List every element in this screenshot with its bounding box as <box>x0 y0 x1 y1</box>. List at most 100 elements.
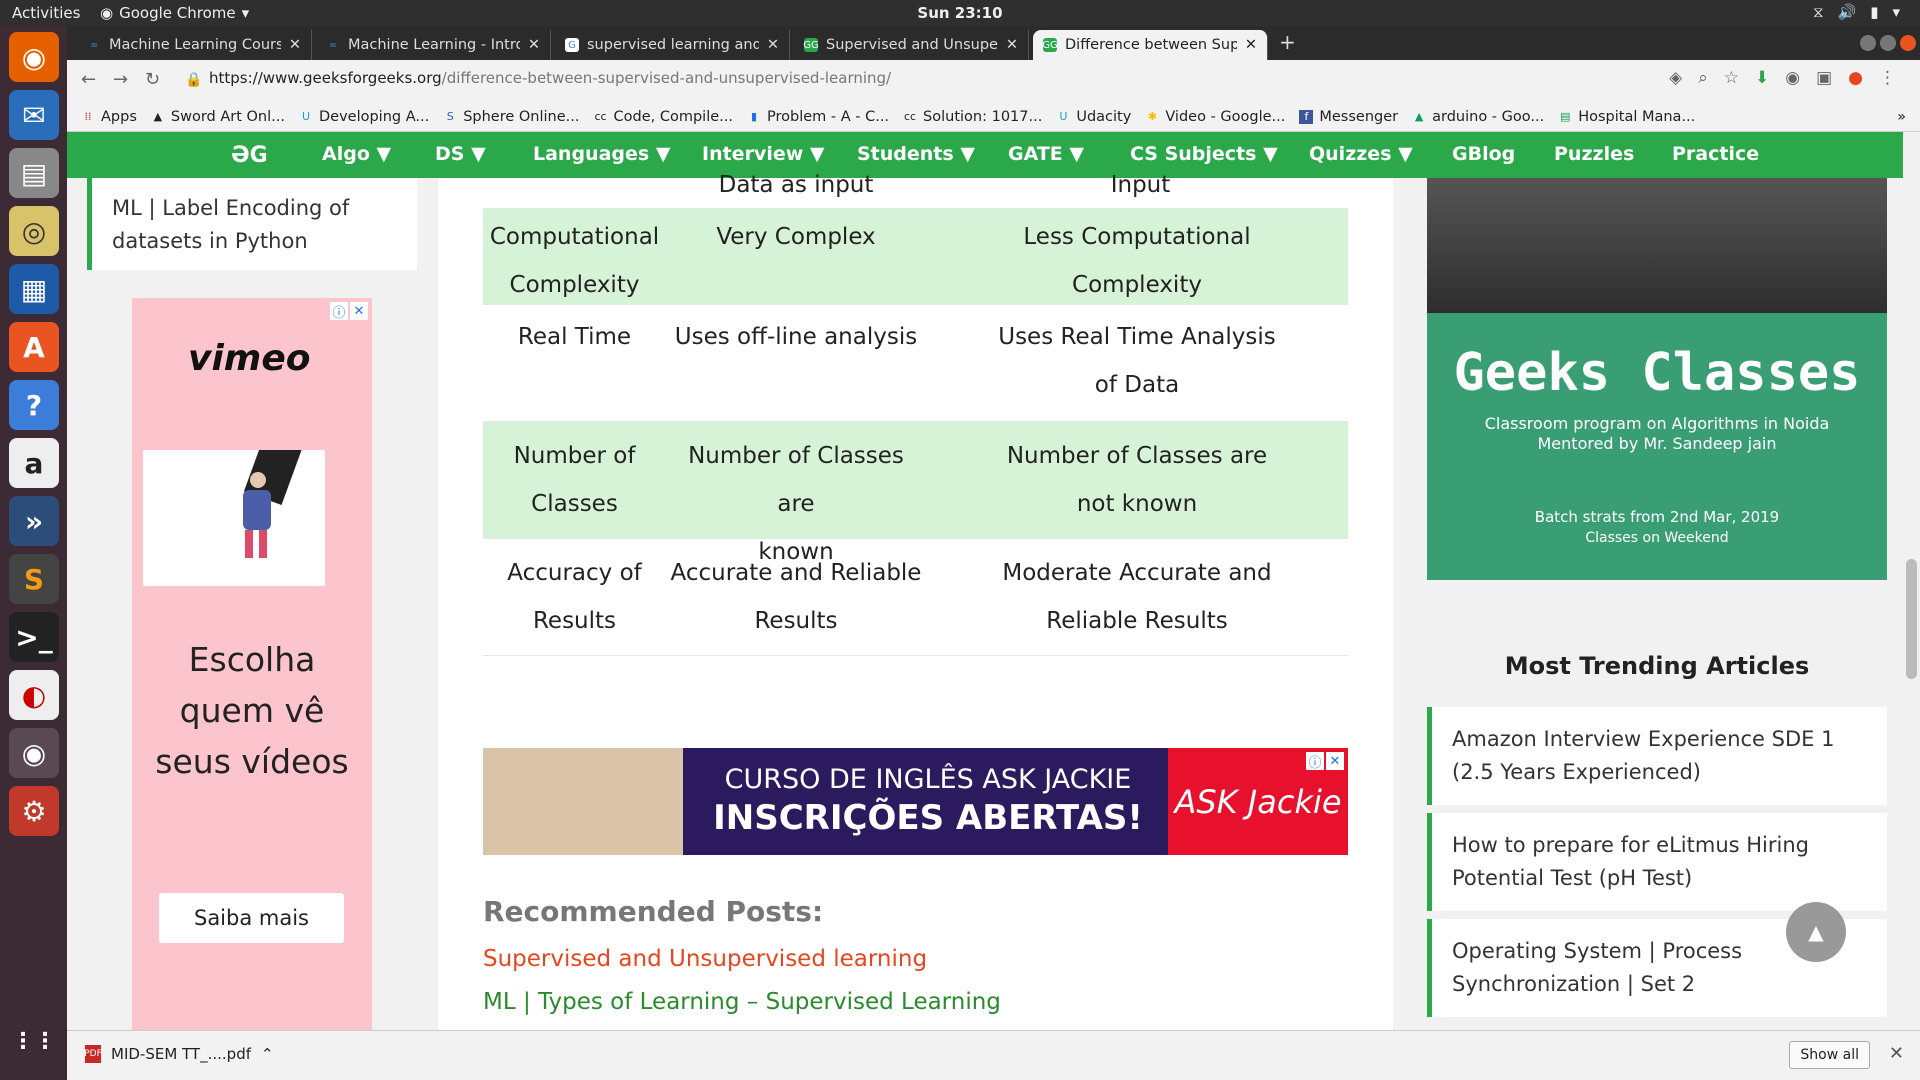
close-icon[interactable]: ✕ <box>528 37 540 53</box>
amazon-icon[interactable]: a <box>9 438 59 488</box>
bookmarks-overflow[interactable]: » <box>1897 109 1906 125</box>
table-cell: Computational Complexity <box>489 224 660 298</box>
trending-article-link[interactable]: How to prepare for eLitmus Hiring Potent… <box>1427 813 1887 911</box>
vertical-scrollbar[interactable] <box>1903 132 1920 1030</box>
bookmark[interactable]: f Messenger <box>1299 109 1398 125</box>
forward-icon[interactable]: → <box>113 69 128 90</box>
extension-icon[interactable]: ◈ <box>1669 68 1682 88</box>
tab-title: Supervised and Unsuperv <box>826 37 998 53</box>
table-cell: Less Computational Complexity <box>1023 224 1251 298</box>
vimeo-ad[interactable]: ⓘ ✕ vimeo Escolha quem vê seus vídeos Saiba… <box>132 298 372 1030</box>
bookmark-apps[interactable]: ⁞⁞ Apps <box>81 109 137 125</box>
kodi-icon[interactable]: » <box>9 496 59 546</box>
app-grid-icon[interactable]: ⋮⋮ <box>9 1016 59 1066</box>
bookmark[interactable]: S Sphere Online... <box>443 109 580 125</box>
bookmark[interactable]: U Udacity <box>1056 109 1131 125</box>
recommended-link[interactable]: Supervised and Unsupervised learning <box>483 946 927 972</box>
help-icon[interactable]: ? <box>9 380 59 430</box>
nav-item-languages[interactable]: Languages ▼ <box>533 143 670 165</box>
firefox-icon[interactable]: ◉ <box>9 32 59 82</box>
maximize-button[interactable] <box>1880 35 1896 51</box>
bookmark[interactable]: ▤ Hospital Mana... <box>1558 109 1695 125</box>
close-icon[interactable]: ✕ <box>1245 37 1257 53</box>
show-all-button[interactable]: Show all <box>1789 1041 1870 1069</box>
rhythmbox-icon[interactable]: ◎ <box>9 206 59 256</box>
tab[interactable]: GG Supervised and Unsuperv ✕ <box>794 30 1029 60</box>
ad-choices[interactable]: ⓘ ✕ <box>1306 752 1344 771</box>
gfg-logo[interactable]: ƏG <box>231 143 268 168</box>
bookmark[interactable]: ▲ Sword Art Onl... <box>151 109 285 125</box>
bookmark[interactable]: ▲ arduino - Goo... <box>1412 109 1544 125</box>
recommended-link[interactable]: ML | Types of Learning – Supervised Lear… <box>483 989 1001 1015</box>
tab[interactable]: ∞ Machine Learning Course ✕ <box>77 30 312 60</box>
banner-batch: Batch strats from 2nd Mar, 2019 <box>1534 508 1780 526</box>
nav-item-algo[interactable]: Algo ▼ <box>322 143 391 165</box>
nav-item-gblog[interactable]: GBlog <box>1452 143 1515 165</box>
profile-icon[interactable]: ● <box>1848 68 1863 88</box>
nav-item-ds[interactable]: DS ▼ <box>435 143 486 165</box>
info-icon[interactable]: ⓘ <box>330 302 348 321</box>
writer-icon[interactable]: ▦ <box>9 264 59 314</box>
system-tray[interactable]: ⧖ 🔊 ▮ ▾ <box>1813 3 1900 21</box>
zoom-icon[interactable]: ⌕ <box>1698 68 1708 88</box>
close-icon[interactable]: ✕ <box>1326 752 1344 770</box>
bookmark[interactable]: cc Code, Compile... <box>594 109 733 125</box>
reload-icon[interactable]: ↻ <box>145 69 160 90</box>
download-item[interactable]: PDF MID-SEM TT_....pdf ⌃ <box>84 1045 274 1063</box>
download-icon[interactable]: ⬇ <box>1755 68 1769 88</box>
bookmark[interactable]: cc Solution: 1017... <box>903 109 1042 125</box>
screenshot-icon[interactable]: ◐ <box>9 670 59 720</box>
ad-choices[interactable]: ⓘ ✕ <box>330 302 368 321</box>
nav-item-practice[interactable]: Practice <box>1672 143 1759 165</box>
url-field[interactable]: https://www.geeksforgeeks.org/difference… <box>209 69 891 87</box>
menu-icon[interactable]: ⋮ <box>1879 68 1896 88</box>
minimize-button[interactable] <box>1860 35 1876 51</box>
ask-jackie-ad[interactable]: CURSO DE INGLÊS ASK JACKIE INSCRIÇÕES AB… <box>483 748 1348 855</box>
thunderbird-icon[interactable]: ✉ <box>9 90 59 140</box>
files-icon[interactable]: ▤ <box>9 148 59 198</box>
new-tab-button[interactable]: + <box>1279 30 1296 54</box>
clock[interactable]: Sun 23:10 <box>0 4 1920 22</box>
close-icon[interactable]: ✕ <box>767 37 779 53</box>
close-icon[interactable]: ✕ <box>1889 1043 1904 1064</box>
web-page: ƏG Algo ▼ DS ▼ Languages ▼ Interview ▼ S… <box>67 132 1920 1030</box>
close-icon[interactable]: ✕ <box>1006 37 1018 53</box>
camera-icon[interactable]: ▣ <box>1816 68 1832 88</box>
close-icon[interactable]: ✕ <box>289 37 301 53</box>
saiba-mais-button[interactable]: Saiba mais <box>159 893 344 943</box>
download-bar: PDF MID-SEM TT_....pdf ⌃ Show all ✕ <box>67 1030 1920 1080</box>
software-icon[interactable]: A <box>9 322 59 372</box>
back-icon[interactable]: ← <box>81 69 96 90</box>
window-close-button[interactable] <box>1900 35 1916 51</box>
toolbar-icons: ◈ ⌕ ☆ ⬇ ◉ ▣ ● ⋮ <box>1669 68 1896 88</box>
google-icon: G <box>565 38 579 52</box>
scrollbar-thumb[interactable] <box>1906 559 1917 679</box>
trending-article-link[interactable]: Amazon Interview Experience SDE 1 (2.5 Y… <box>1427 707 1887 805</box>
nav-item-puzzles[interactable]: Puzzles <box>1554 143 1634 165</box>
star-icon[interactable]: ☆ <box>1724 68 1739 88</box>
chrome-dock-icon[interactable]: ◉ <box>9 728 59 778</box>
bookmark[interactable]: ✱ Video - Google... <box>1145 109 1286 125</box>
settings-icon[interactable]: ⚙ <box>9 786 59 836</box>
bookmark[interactable]: U Developing A... <box>299 109 429 125</box>
info-icon[interactable]: ⓘ <box>1306 752 1324 771</box>
trending-heading: Most Trending Articles <box>1504 652 1810 680</box>
table-cell: Accurate and Reliable Results <box>670 560 922 634</box>
tab[interactable]: ∞ Machine Learning - Introd ✕ <box>316 30 551 60</box>
bookmark[interactable]: ▮ Problem - A - C... <box>747 109 889 125</box>
recommended-heading: Recommended Posts: <box>483 895 824 928</box>
scroll-to-top-button[interactable]: ▲ <box>1786 902 1846 962</box>
tab-active[interactable]: GG Difference between Supe ✕ <box>1033 30 1268 60</box>
close-icon[interactable]: ✕ <box>350 302 368 320</box>
ad-tagline: Escolha quem vê seus vídeos <box>155 640 349 781</box>
table-cell: Very Complex <box>716 224 876 250</box>
sublime-icon[interactable]: S <box>9 554 59 604</box>
lock-icon[interactable]: 🔒 <box>185 72 202 88</box>
geeks-classes-banner[interactable]: Geeks Classes Classroom program on Algor… <box>1427 178 1887 580</box>
related-article-link[interactable]: ML | Label Encoding of datasets in Pytho… <box>87 178 417 270</box>
record-icon[interactable]: ◉ <box>1785 68 1800 88</box>
chevron-up-icon[interactable]: ⌃ <box>261 1045 274 1063</box>
terminal-icon[interactable]: >_ <box>9 612 59 662</box>
banner-weekend: Classes on Weekend <box>1585 530 1729 546</box>
tab[interactable]: Gsupervised learning and u ✕ <box>555 30 790 60</box>
